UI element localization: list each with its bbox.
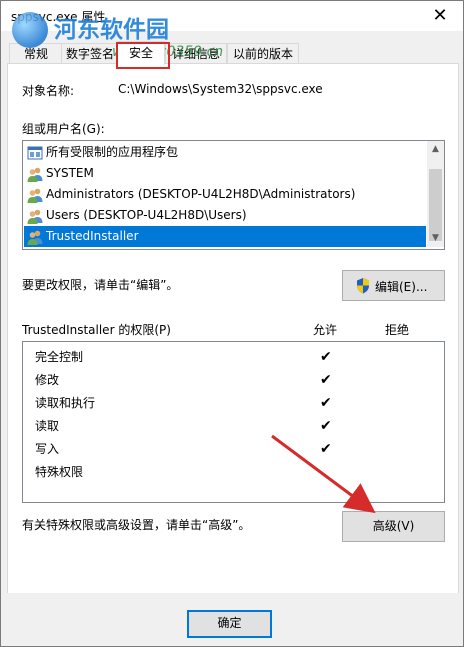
allow-check-icon: ✔ — [320, 441, 332, 457]
tab-previous-versions[interactable]: 以前的版本 — [227, 43, 299, 64]
permission-name: 特殊权限 — [35, 465, 84, 479]
tab-general[interactable]: 常规 — [9, 43, 63, 64]
tab-digital-signatures[interactable]: 数字签名 — [61, 43, 119, 64]
permission-row: 修改 — [35, 369, 59, 391]
allow-check-icon: ✔ — [320, 395, 332, 411]
tab-strip: 常规 数字签名 安全 详细信息 以前的版本 — [7, 41, 459, 65]
advanced-hint-text: 有关特殊权限或高级设置，请单击“高级”。 — [22, 518, 251, 532]
edit-button-label: 编辑(E)... — [375, 280, 428, 294]
permission-row: 读取和执行 — [35, 392, 95, 414]
allow-check-icon: ✔ — [320, 372, 332, 388]
close-button[interactable]: ✕ — [417, 1, 463, 31]
user-listbox[interactable]: 所有受限制的应用程序包 SYSTEM Administrators (DESKT… — [22, 140, 445, 250]
scroll-down-arrow-icon[interactable]: ▼ — [427, 230, 444, 247]
allow-check-icon: ✔ — [320, 349, 332, 365]
user-group-icon — [27, 209, 43, 224]
title-bar: sppsvc.exe 属性 ✕ — [1, 1, 463, 31]
ok-button[interactable]: 确定 — [187, 610, 272, 638]
list-item-label: Users (DESKTOP-U4L2H8D\Users) — [46, 208, 247, 222]
permissions-list: 完全控制 ✔ 修改 ✔ 读取和执行 ✔ 读取 ✔ 写入 ✔ 特殊权限 — [22, 341, 445, 503]
permission-name: 修改 — [35, 373, 60, 387]
list-item-label: TrustedInstaller — [46, 229, 139, 243]
user-group-icon — [27, 167, 43, 182]
permission-name: 写入 — [35, 442, 60, 456]
user-group-icon — [27, 188, 43, 203]
object-name-value: C:\Windows\System32\sppsvc.exe — [118, 82, 323, 96]
uac-shield-icon — [357, 278, 369, 294]
group-or-user-label: 组或用户名(G): — [22, 122, 105, 136]
allow-check-icon: ✔ — [320, 418, 332, 434]
advanced-button[interactable]: 高级(V) — [342, 511, 445, 542]
permission-row: 完全控制 — [35, 346, 83, 368]
list-item-trustedinstaller[interactable]: TrustedInstaller — [24, 226, 426, 247]
user-group-icon — [27, 230, 43, 245]
permission-name: 读取 — [35, 419, 60, 433]
listbox-scrollbar[interactable]: ▲ ▼ — [427, 141, 444, 247]
permission-row: 写入 — [35, 438, 59, 460]
edit-button[interactable]: 编辑(E)... — [342, 270, 445, 301]
permissions-label: TrustedInstaller 的权限(P) — [22, 323, 171, 337]
security-panel: 对象名称: C:\Windows\System32\sppsvc.exe 组或用… — [7, 63, 459, 595]
object-name-label: 对象名称: — [22, 84, 75, 98]
tab-details[interactable]: 详细信息 — [165, 43, 227, 64]
properties-window: sppsvc.exe 属性 ✕ 常规 数字签名 安全 详细信息 以前的版本 对象… — [0, 0, 464, 647]
list-item-users[interactable]: Users (DESKTOP-U4L2H8D\Users) — [24, 205, 424, 226]
permission-name: 完全控制 — [35, 350, 84, 364]
dialog-footer: 确定 — [1, 593, 463, 646]
list-item-administrators[interactable]: Administrators (DESKTOP-U4L2H8D\Administ… — [24, 184, 424, 205]
window-title: sppsvc.exe 属性 — [11, 10, 106, 24]
scroll-up-arrow-icon[interactable]: ▲ — [427, 141, 444, 158]
edit-hint-text: 要更改权限，请单击“编辑”。 — [22, 278, 179, 292]
allow-column-header: 允许 — [313, 323, 338, 337]
permission-row: 特殊权限 — [35, 461, 83, 483]
list-item-label: Administrators (DESKTOP-U4L2H8D\Administ… — [46, 187, 356, 201]
list-item-label: SYSTEM — [46, 166, 94, 180]
list-item-label: 所有受限制的应用程序包 — [46, 145, 179, 159]
list-item-system[interactable]: SYSTEM — [24, 163, 424, 184]
list-item-app-packages[interactable]: 所有受限制的应用程序包 — [24, 142, 424, 163]
permission-name: 读取和执行 — [35, 396, 96, 410]
package-icon — [27, 146, 43, 160]
permission-row: 读取 — [35, 415, 59, 437]
tab-security[interactable]: 安全 — [117, 41, 165, 65]
deny-column-header: 拒绝 — [385, 323, 410, 337]
